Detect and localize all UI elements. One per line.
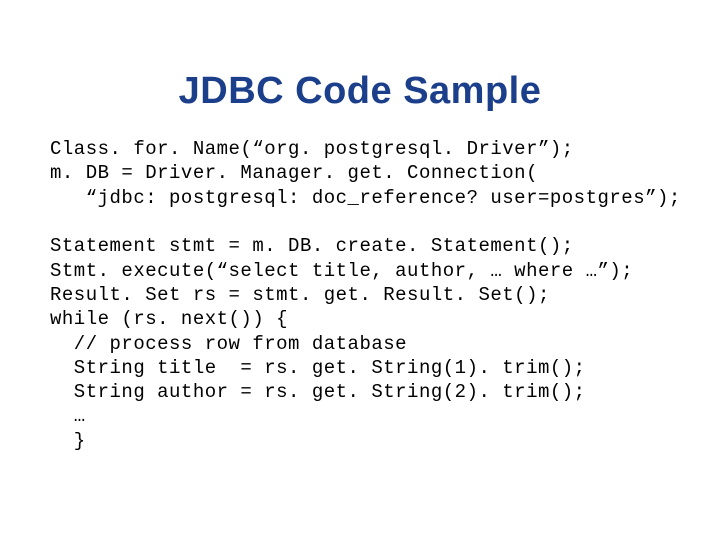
code-line: Stmt. execute(“select title, author, … w… <box>50 260 633 282</box>
code-line: } <box>50 430 86 452</box>
code-line: // process row from database <box>50 333 407 355</box>
code-line: “jdbc: postgresql: doc_reference? user=p… <box>50 187 681 209</box>
slide-title: JDBC Code Sample <box>50 70 670 113</box>
code-line: Statement stmt = m. DB. create. Statemen… <box>50 235 574 257</box>
code-line: String author = rs. get. String(2). trim… <box>50 381 586 403</box>
slide: JDBC Code Sample Class. for. Name(“org. … <box>0 0 720 540</box>
code-sample: Class. for. Name(“org. postgresql. Drive… <box>50 137 670 453</box>
code-line: Result. Set rs = stmt. get. Result. Set(… <box>50 284 550 306</box>
code-line: String title = rs. get. String(1). trim(… <box>50 357 586 379</box>
code-line: … <box>50 405 86 427</box>
code-line: while (rs. next()) { <box>50 308 288 330</box>
code-line: Class. for. Name(“org. postgresql. Drive… <box>50 138 574 160</box>
code-line: m. DB = Driver. Manager. get. Connection… <box>50 162 538 184</box>
